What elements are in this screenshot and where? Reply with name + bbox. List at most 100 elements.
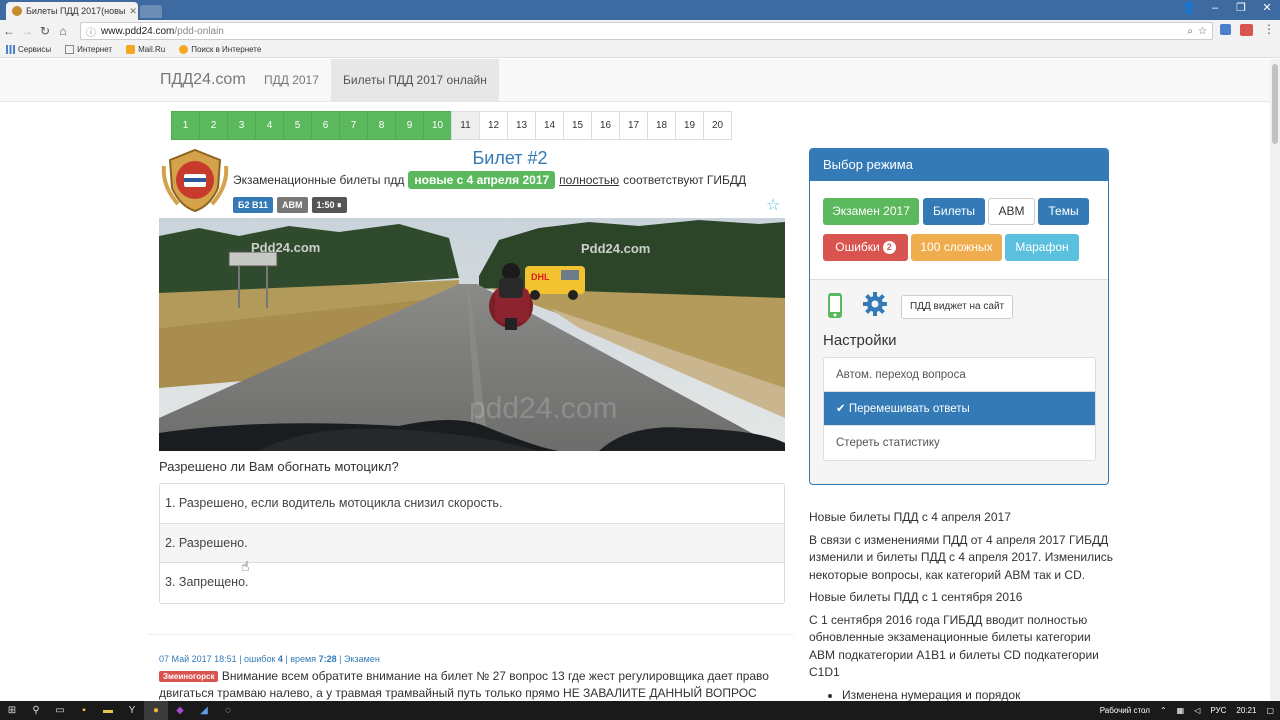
widget-button[interactable]: ПДД виджет на сайт — [901, 295, 1014, 319]
back-arrow-icon[interactable]: ← — [0, 24, 18, 38]
site-navbar: ПДД24.com ПДД 2017 Билеты ПДД 2017 онлай… — [0, 59, 1270, 102]
page-link-2[interactable]: 2 — [199, 111, 228, 140]
network-icon[interactable]: ▦ — [1177, 706, 1185, 715]
bookmark-search[interactable]: Поиск в Интернете — [179, 45, 261, 54]
page-link-7[interactable]: 7 — [339, 111, 368, 140]
home-icon[interactable]: ⌂ — [54, 24, 72, 38]
abm-category-button[interactable]: ABM — [988, 198, 1035, 225]
bookmark-star-icon[interactable]: ☆ — [1198, 26, 1207, 37]
zoom-icon[interactable]: ⌕ — [1187, 26, 1193, 37]
setting-label: Перемешивать ответы — [848, 403, 970, 415]
info-icon[interactable]: ⓘ — [86, 24, 96, 39]
page-link-18[interactable]: 18 — [647, 111, 676, 140]
bookmark-mailru[interactable]: Mail.Ru — [126, 45, 165, 54]
ticket-pagination: 1 2 3 4 5 6 7 8 9 10 11 12 13 14 15 16 17 18 19 20 — [171, 111, 732, 140]
reload-icon[interactable]: ↻ — [36, 24, 54, 38]
exam-mode-button[interactable]: Экзамен 2017 — [823, 198, 919, 225]
topics-mode-button[interactable]: Темы — [1038, 198, 1089, 225]
url-path: /pdd-onlain — [174, 25, 224, 37]
answer-option-3[interactable]: 3. Запрещено. — [160, 563, 784, 603]
minimize-icon[interactable]: – — [1202, 0, 1228, 16]
nav-tickets-online[interactable]: Билеты ПДД 2017 онлайн — [331, 59, 499, 101]
address-bar[interactable]: ⓘ www.pdd24.com/pdd-onlain ⌕ ☆ — [80, 22, 1213, 40]
new-tab-button[interactable] — [140, 5, 162, 18]
page-link-9[interactable]: 9 — [395, 111, 424, 140]
maximize-icon[interactable]: ❐ — [1228, 0, 1254, 16]
setting-auto-next[interactable]: Автом. переход вопроса — [824, 358, 1095, 392]
browser-tab[interactable]: Билеты ПДД 2017(новы ✕ — [6, 2, 138, 20]
setting-clear-stats[interactable]: Стереть статистику — [824, 426, 1095, 460]
answer-option-2[interactable]: 2. Разрешено. — [160, 523, 784, 563]
gear-icon[interactable] — [862, 291, 888, 317]
tray-arrow-icon[interactable]: ⌃ — [1160, 706, 1167, 715]
page-link-14[interactable]: 14 — [535, 111, 564, 140]
errors-mode-button[interactable]: Ошибки 2 — [823, 234, 908, 261]
errors-button-label: Ошибки — [835, 240, 880, 254]
scrollbar-thumb[interactable] — [1272, 64, 1278, 144]
page-link-4[interactable]: 4 — [255, 111, 284, 140]
volume-icon[interactable]: ◁ — [1194, 706, 1200, 715]
mobile-phone-icon[interactable] — [827, 292, 843, 319]
page-link-6[interactable]: 6 — [311, 111, 340, 140]
page-link-8[interactable]: 8 — [367, 111, 396, 140]
timer-badge[interactable]: 1:50 ⏸ — [311, 197, 347, 213]
page-link-3[interactable]: 3 — [227, 111, 256, 140]
page-link-10[interactable]: 10 — [423, 111, 452, 140]
page-scrollbar[interactable] — [1270, 59, 1280, 702]
hard-100-button[interactable]: 100 сложных — [911, 234, 1002, 261]
mail-extension-icon[interactable] — [1240, 24, 1253, 36]
clock[interactable]: 20:21 — [1236, 706, 1256, 715]
answer-option-1[interactable]: 1. Разрешено, если водитель мотоцикла сн… — [160, 484, 784, 524]
start-icon[interactable]: ⊞ — [0, 701, 24, 720]
search-icon[interactable]: ⚲ — [24, 701, 48, 720]
favorite-star-icon[interactable]: ☆ — [766, 195, 780, 215]
page-link-20[interactable]: 20 — [703, 111, 732, 140]
forward-arrow-icon[interactable]: → — [18, 24, 36, 38]
news-heading: Новые билеты ПДД с 4 апреля 2017 — [809, 510, 1011, 524]
bookmark-apps[interactable]: Сервисы — [6, 45, 51, 54]
page-link-15[interactable]: 15 — [563, 111, 592, 140]
setting-shuffle-answers[interactable]: ✔ Перемешивать ответы — [824, 392, 1095, 426]
menu-icon[interactable]: ⋮ — [1263, 22, 1275, 36]
page-link-1[interactable]: 1 — [171, 111, 200, 140]
profile-icon[interactable]: 👤 — [1176, 0, 1202, 16]
image-watermark: Pdd24.com — [251, 240, 320, 255]
folder-icon[interactable]: ▬ — [96, 701, 120, 720]
page-link-17[interactable]: 17 — [619, 111, 648, 140]
nav-pdd-2017[interactable]: ПДД 2017 — [264, 73, 319, 87]
site-brand[interactable]: ПДД24.com — [160, 71, 246, 89]
yandex-icon[interactable]: Y — [120, 701, 144, 720]
language-indicator[interactable]: РУС — [1210, 706, 1226, 715]
page-link-11[interactable]: 11 — [451, 111, 480, 140]
desktop-label[interactable]: Рабочий стол — [1100, 706, 1150, 715]
page-link-16[interactable]: 16 — [591, 111, 620, 140]
page-link-19[interactable]: 19 — [675, 111, 704, 140]
vscode-icon[interactable]: ◢ — [192, 701, 216, 720]
task-view-icon[interactable]: ▭ — [48, 701, 72, 720]
page-link-12[interactable]: 12 — [479, 111, 508, 140]
app-icon[interactable]: ◌ — [216, 701, 240, 720]
new-since-label: новые с 4 апреля 2017 — [408, 171, 556, 189]
page-link-5[interactable]: 5 — [283, 111, 312, 140]
chrome-icon[interactable]: ● — [144, 701, 168, 720]
window-close-icon[interactable]: ✕ — [1254, 0, 1280, 16]
notifications-icon[interactable]: ▢ — [1266, 706, 1274, 715]
hand-cursor-icon: ☝ — [241, 558, 250, 574]
browser-tab-title: Билеты ПДД 2017(новы — [26, 6, 126, 16]
bookmark-internet[interactable]: Интернет — [65, 45, 112, 54]
marathon-button[interactable]: Марафон — [1005, 234, 1079, 261]
page-link-13[interactable]: 13 — [507, 111, 536, 140]
explorer-icon[interactable]: ▪ — [72, 701, 96, 720]
mode-panel-title: Выбор режима — [810, 149, 1108, 181]
truck-logo: DHL — [531, 272, 550, 282]
tickets-mode-button[interactable]: Билеты — [923, 198, 985, 225]
extension-icon[interactable] — [1220, 24, 1231, 35]
bookmark-label: Интернет — [77, 45, 113, 54]
tab-close-icon[interactable]: ✕ — [129, 6, 137, 17]
errors-count-badge: 2 — [882, 241, 896, 254]
app-purple-icon[interactable]: ◆ — [168, 701, 192, 720]
subtitle-text: Экзаменационные билеты пдд — [233, 173, 405, 187]
windows-taskbar: ⊞ ⚲ ▭ ▪ ▬ Y ● ◆ ◢ ◌ Рабочий стол ⌃ ▦ ◁ Р… — [0, 701, 1280, 720]
fully-link[interactable]: полностью — [559, 173, 619, 187]
comment-body: Змеиногорск Внимание всем обратите внима… — [159, 668, 789, 701]
